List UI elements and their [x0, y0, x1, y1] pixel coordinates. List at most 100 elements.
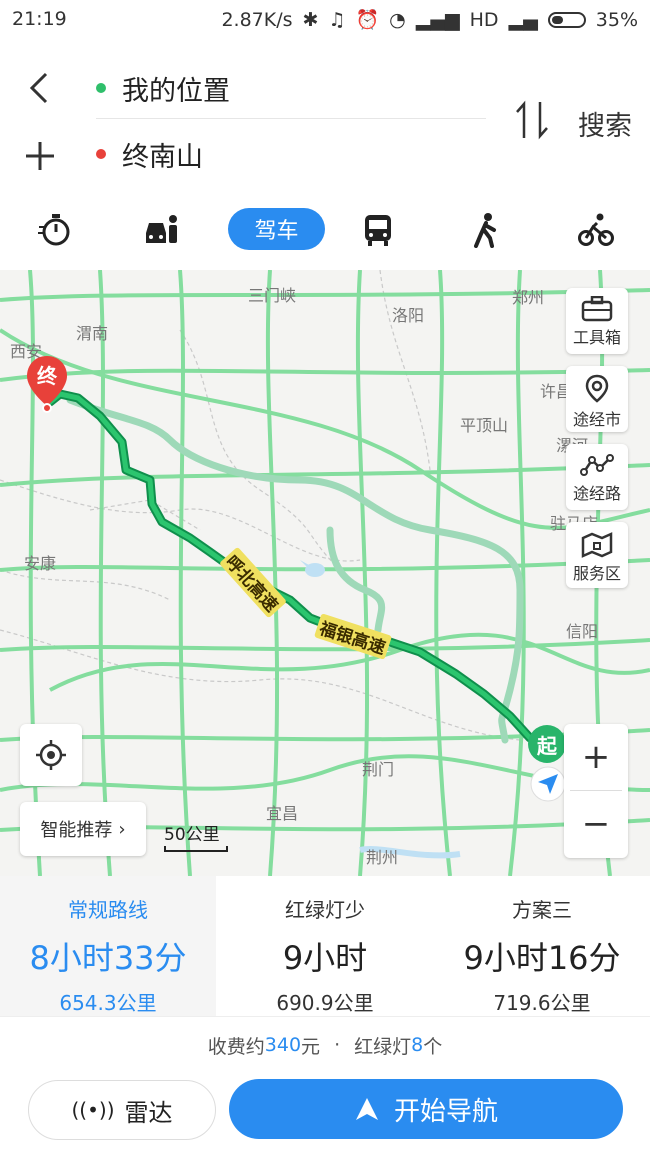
separator-dot: ·: [334, 1034, 341, 1056]
toolbox-button[interactable]: 工具箱: [566, 288, 628, 354]
route-distance: 690.9公里: [276, 991, 374, 1015]
tab-bus[interactable]: [348, 208, 408, 252]
route-options: 常规路线 8小时33分 654.3公里 红绿灯少 9小时 690.9公里 方案三…: [0, 876, 650, 1016]
service-area-label: 服务区: [572, 564, 621, 583]
network-type: HD: [469, 8, 499, 31]
chevron-right-icon: ›: [118, 818, 126, 840]
route-duration: 9小时: [282, 939, 368, 977]
city-label: 荆州: [366, 848, 399, 867]
action-bar: ((•)) 雷达 开始导航: [0, 1072, 650, 1156]
city-label: 荆门: [362, 760, 395, 779]
city-label: 洛阳: [392, 306, 425, 325]
location-pin-icon: [585, 374, 609, 403]
tab-bike[interactable]: [566, 208, 626, 252]
navigate-arrow-icon: [355, 1098, 378, 1120]
net-speed: 2.87K/s: [221, 8, 293, 31]
toll-prefix: 收费约: [207, 1035, 265, 1058]
mute-icon: ♫: [328, 8, 346, 31]
battery-icon: [547, 11, 586, 28]
radar-icon: ((•)): [71, 1098, 115, 1122]
toolbox-label: 工具箱: [572, 328, 621, 347]
route-distance: 654.3公里: [59, 991, 157, 1015]
route-duration: 9小时16分: [463, 939, 621, 977]
route-points-icon: [580, 454, 614, 476]
zoom-control: + −: [564, 724, 628, 858]
origin-text: 我的位置: [122, 75, 230, 107]
scale-label: 50公里: [164, 825, 220, 845]
traffic-light-count: 8: [411, 1034, 424, 1056]
city-label: 信阳: [566, 622, 599, 641]
toll-value: 340: [264, 1034, 302, 1056]
back-icon[interactable]: [22, 68, 58, 108]
origin-marker-label: 起: [537, 734, 557, 758]
city-label: 渭南: [76, 324, 109, 343]
map-view[interactable]: 西安 渭南 三门峡 洛阳 郑州 许昌 平顶山 漯河 驻马店 安康 信阳 荆门 宜…: [0, 270, 650, 876]
locate-button[interactable]: [20, 724, 82, 786]
radar-button[interactable]: ((•)) 雷达: [28, 1080, 216, 1140]
bluetooth-icon: ✱: [302, 8, 319, 31]
bike-icon: [578, 213, 614, 246]
origin-field[interactable]: 我的位置: [96, 58, 486, 119]
route-duration: 8小时33分: [29, 939, 187, 977]
traffic-light-prefix: 红绿灯: [354, 1035, 412, 1058]
route-name: 方案三: [512, 898, 572, 922]
service-area-icon: [581, 532, 613, 558]
signal-icon: ▂▄▆: [415, 8, 460, 31]
battery-level: 35%: [595, 8, 638, 31]
toll-unit: 元: [301, 1035, 321, 1058]
route-option[interactable]: 红绿灯少 9小时 690.9公里: [217, 876, 433, 1016]
origin-dot-icon: [96, 83, 106, 93]
tab-walk[interactable]: [456, 208, 516, 252]
alarm-icon: ⏰: [355, 9, 380, 31]
route-name: 常规路线: [68, 898, 148, 922]
origin-marker[interactable]: 起: [527, 724, 567, 772]
bus-icon: [365, 215, 391, 246]
walk-icon: [474, 213, 496, 248]
route-search-panel: 我的位置 终南山 搜索: [0, 38, 650, 188]
smart-recommend-button[interactable]: 智能推荐 ›: [20, 802, 146, 856]
status-bar: 21:19 2.87K/s ✱ ♫ ⏰ ◔ ▂▄▆ HD ▂▄ 35%: [0, 0, 650, 38]
destination-field[interactable]: 终南山: [96, 124, 486, 184]
via-city-label: 途经市: [572, 410, 621, 429]
route-summary: 收费约 340 元 · 红绿灯 8 个: [0, 1016, 650, 1073]
stopwatch-icon: [38, 214, 70, 246]
city-label: 安康: [24, 554, 57, 573]
zoom-in-button[interactable]: +: [564, 724, 628, 790]
wifi-icon: ◔: [389, 8, 406, 31]
navigation-arrow-icon: [530, 766, 566, 802]
destination-marker-label: 终: [37, 364, 57, 388]
city-label: 郑州: [512, 288, 545, 307]
via-road-label: 途经路: [572, 484, 621, 503]
signal-icon-2: ▂▄: [508, 8, 538, 31]
add-waypoint-icon[interactable]: [22, 138, 58, 174]
city-label: 宜昌: [266, 804, 299, 823]
route-name: 红绿灯少: [285, 898, 365, 922]
travel-mode-tabs: 驾车: [0, 188, 650, 270]
route-option[interactable]: 方案三 9小时16分 719.6公里: [434, 876, 650, 1016]
tab-drive[interactable]: 驾车: [228, 208, 325, 250]
route-option[interactable]: 常规路线 8小时33分 654.3公里: [0, 876, 216, 1016]
radar-label: 雷达: [124, 1098, 173, 1127]
destination-marker[interactable]: 终: [24, 354, 70, 414]
route-distance: 719.6公里: [493, 991, 591, 1015]
tab-ride-hailing[interactable]: [132, 208, 192, 252]
current-location-arrow: [530, 766, 566, 806]
swap-icon[interactable]: [512, 98, 552, 142]
search-button[interactable]: 搜索: [578, 104, 632, 143]
service-area-button[interactable]: 服务区: [566, 522, 628, 588]
start-navigation-label: 开始导航: [393, 1096, 498, 1127]
destination-text: 终南山: [122, 141, 203, 173]
tab-taxi-timer[interactable]: [24, 208, 84, 252]
via-city-button[interactable]: 途经市: [566, 366, 628, 432]
toolbox-icon: [581, 296, 613, 322]
traffic-light-unit: 个: [423, 1035, 443, 1058]
start-navigation-button[interactable]: 开始导航: [229, 1079, 623, 1139]
smart-recommend-label: 智能推荐: [40, 820, 113, 841]
destination-dot-icon: [96, 149, 106, 159]
zoom-out-button[interactable]: −: [564, 791, 628, 857]
scale-bar: [164, 846, 228, 852]
via-road-button[interactable]: 途经路: [566, 444, 628, 510]
city-label: 平顶山: [460, 416, 509, 435]
city-label: 三门峡: [248, 286, 297, 305]
status-time: 21:19: [12, 8, 67, 30]
